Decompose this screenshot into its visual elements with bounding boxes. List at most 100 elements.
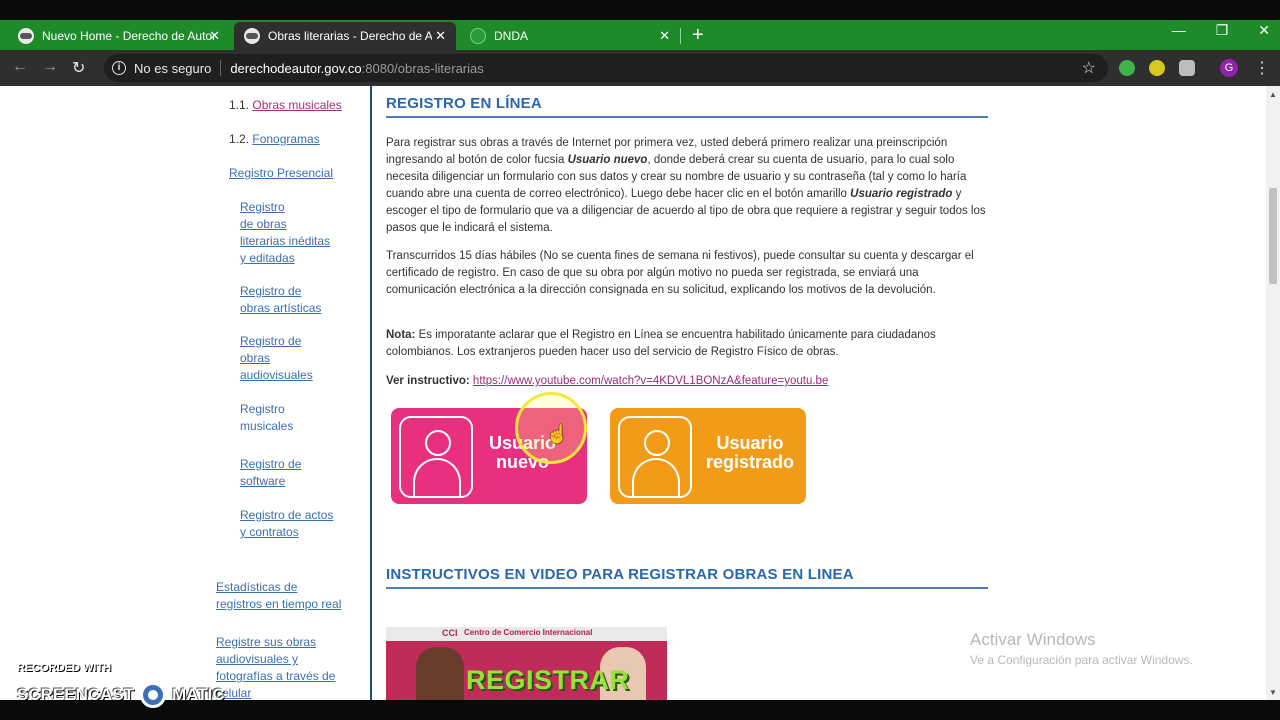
- bookmark-star-icon[interactable]: ☆: [1082, 58, 1096, 78]
- text-emphasis: Usuario registrado: [850, 188, 953, 200]
- link-line[interactable]: Registro: [240, 401, 293, 418]
- link-line[interactable]: de obras: [240, 216, 330, 233]
- tab-title: DNDA: [494, 29, 529, 43]
- scroll-up-icon[interactable]: ▲: [1269, 90, 1277, 99]
- tab-obras-literarias[interactable]: Obras literarias - Derecho de Aut ✕: [234, 22, 456, 50]
- chrome-menu-icon[interactable]: ⋮: [1254, 58, 1270, 78]
- instructivo-label: Ver instructivo:: [386, 375, 470, 387]
- link-fonogramas[interactable]: Fonogramas: [252, 132, 319, 146]
- logo-text: MATIC: [172, 685, 225, 704]
- banner-text: Centro de Comercio Internacional: [464, 628, 593, 637]
- link-line[interactable]: Registro de: [240, 333, 313, 350]
- link-line[interactable]: obras: [240, 350, 313, 367]
- sidebar-item-registro-software[interactable]: Registro de software: [240, 456, 301, 490]
- nota-label: Nota:: [386, 329, 416, 341]
- url-path: :8080/obras-literarias: [361, 60, 484, 76]
- address-bar[interactable]: i No es seguro derechodeautor.gov.co :80…: [104, 54, 1108, 82]
- url-host: derechodeautor.gov.co: [230, 60, 362, 76]
- tab-close-icon[interactable]: ✕: [209, 28, 220, 44]
- tab-close-icon[interactable]: ✕: [435, 28, 446, 44]
- link-line[interactable]: literarias inéditas: [240, 233, 330, 250]
- page-scrollbar[interactable]: ▲ ▼: [1266, 86, 1280, 700]
- tab-title: Nuevo Home - Derecho de Autor: [42, 29, 217, 43]
- link-line[interactable]: Registre sus obras: [216, 634, 335, 651]
- sidebar-item-registro-audiovisuales[interactable]: Registro de obras audiovisuales: [240, 333, 313, 384]
- site-favicon-icon: [18, 28, 34, 44]
- link-line[interactable]: Estadísticas de: [216, 579, 341, 596]
- link-line[interactable]: software: [240, 473, 301, 490]
- heading-rule: [386, 587, 988, 589]
- nota-text: Es imporatante aclarar que el Registro e…: [386, 329, 936, 358]
- heading-instructivos-video: INSTRUCTIVOS EN VIDEO PARA REGISTRAR OBR…: [386, 566, 854, 583]
- extension-green-icon[interactable]: [1119, 60, 1135, 76]
- restore-button[interactable]: ❐: [1216, 22, 1229, 39]
- link-line[interactable]: celular: [216, 685, 335, 700]
- youtube-link[interactable]: https://www.youtube.com/watch?v=4KDVL1BO…: [473, 375, 828, 387]
- back-button[interactable]: ←: [12, 58, 28, 76]
- scrollbar-thumb[interactable]: [1269, 188, 1277, 284]
- tab-dnda[interactable]: DNDA ✕: [460, 22, 680, 50]
- link-line[interactable]: y editadas: [240, 250, 330, 267]
- new-tab-button[interactable]: +: [692, 24, 704, 47]
- link-line[interactable]: Registro: [240, 199, 330, 216]
- sidebar-item-registro-presencial[interactable]: Registro Presencial: [229, 165, 333, 182]
- tab-close-icon[interactable]: ✕: [659, 28, 670, 44]
- window-controls: — ❐ ✕: [1172, 22, 1270, 39]
- link-line[interactable]: registros en tiempo real: [216, 596, 341, 613]
- link-obras-musicales[interactable]: Obras musicales: [252, 98, 341, 112]
- sidebar-divider: [370, 86, 372, 700]
- extension-yellow-icon[interactable]: [1149, 60, 1165, 76]
- paragraph-intro: Para registrar sus obras a través de Int…: [386, 135, 986, 237]
- link-line[interactable]: audiovisuales: [240, 367, 313, 384]
- sidebar-item-registro-artisticas[interactable]: Registro de obras artísticas: [240, 283, 321, 317]
- tab-title: Obras literarias - Derecho de Aut: [268, 29, 432, 43]
- top-letterbox: [0, 0, 1280, 20]
- video-banner: CCI Centro de Comercio Internacional: [386, 627, 667, 641]
- link-line[interactable]: y contratos: [240, 524, 333, 541]
- sidebar-item-fonogramas[interactable]: 1.2. Fonogramas: [229, 131, 320, 148]
- forward-button[interactable]: →: [42, 58, 58, 76]
- sidebar-item-estadisticas[interactable]: Estadísticas de registros en tiempo real: [216, 579, 341, 613]
- extension-gray-icon[interactable]: [1179, 60, 1195, 76]
- sidebar-item-registro-actos[interactable]: Registro de actos y contratos: [240, 507, 333, 541]
- sidebar-item-obras-musicales[interactable]: 1.1. Obras musicales: [229, 97, 342, 114]
- web-page: 1.1. Obras musicales 1.2. Fonogramas Reg…: [0, 86, 1266, 700]
- sidebar-item-registro-musicales[interactable]: Registro musicales: [240, 401, 293, 435]
- tab-separator: [680, 28, 681, 44]
- info-icon[interactable]: i: [112, 61, 126, 75]
- link-registro-presencial[interactable]: Registro Presencial: [229, 166, 333, 180]
- sidebar-item-registro-literarias[interactable]: Registro de obras literarias inéditas y …: [240, 199, 330, 267]
- label-line: Usuario: [716, 433, 784, 453]
- screen: Nuevo Home - Derecho de Autor ✕ Obras li…: [0, 0, 1280, 720]
- user-icon: [399, 416, 473, 498]
- profile-avatar[interactable]: G: [1220, 59, 1238, 77]
- activate-windows-title: Activar Windows: [970, 630, 1096, 649]
- presenter-left: [416, 647, 464, 700]
- toolbar: ← → ↻ i No es seguro derechodeautor.gov.…: [0, 50, 1280, 86]
- omnibox-separator: [220, 60, 222, 76]
- usuario-registrado-button[interactable]: Usuario registrado: [610, 408, 806, 504]
- link-line[interactable]: Registro de actos: [240, 507, 333, 524]
- recorded-with-label: RECORDED WITH: [17, 662, 112, 674]
- tab-nuevo-home[interactable]: Nuevo Home - Derecho de Autor ✕: [8, 22, 230, 50]
- cci-logo: CCI: [442, 628, 458, 638]
- minimize-button[interactable]: —: [1172, 22, 1186, 39]
- user-icon: [618, 416, 692, 498]
- logo-text: SCREENCAST: [17, 685, 135, 704]
- link-line[interactable]: obras artísticas: [240, 300, 321, 317]
- paragraph-transcurridos: Transcurridos 15 días hábiles (No se cue…: [386, 250, 974, 296]
- link-line[interactable]: Registro de: [240, 456, 301, 473]
- link-line[interactable]: musicales: [240, 418, 293, 435]
- item-number: 1.1.: [229, 98, 250, 112]
- video-thumbnail[interactable]: CCI Centro de Comercio Internacional REG…: [386, 627, 667, 700]
- heading-rule: [386, 116, 988, 118]
- link-line[interactable]: Registro de: [240, 283, 321, 300]
- reload-button[interactable]: ↻: [72, 58, 85, 78]
- link-line[interactable]: audiovisuales y: [216, 651, 335, 668]
- close-window-button[interactable]: ✕: [1258, 22, 1270, 39]
- label-line: registrado: [706, 452, 795, 472]
- scroll-down-icon[interactable]: ▼: [1269, 688, 1277, 697]
- link-line[interactable]: fotografías a través de: [216, 668, 335, 685]
- sidebar-item-registre-celular[interactable]: Registre sus obras audiovisuales y fotog…: [216, 634, 335, 700]
- activate-windows-subtitle: Ve a Configuración para activar Windows.: [970, 653, 1193, 667]
